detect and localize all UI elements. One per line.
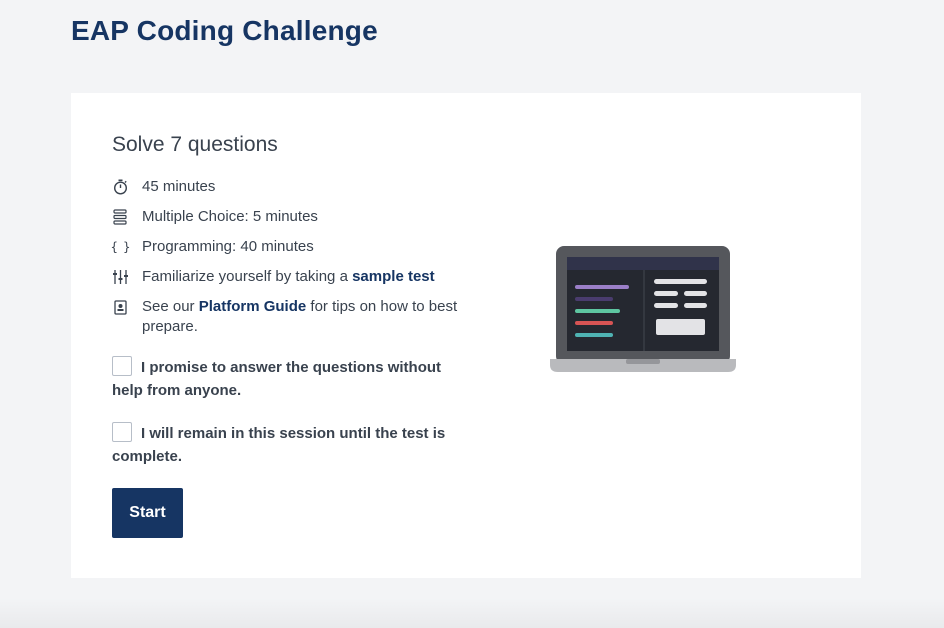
promise-checkbox[interactable]	[112, 356, 132, 376]
sample-test-link[interactable]: sample test	[352, 268, 435, 285]
info-item-mcq: Multiple Choice: 5 minutes	[112, 207, 472, 227]
remain-checkbox[interactable]	[112, 422, 132, 442]
info-item-sample: Familiarize yourself by taking a sample …	[112, 267, 472, 287]
guide-prefix: See our	[142, 298, 199, 315]
challenge-card: Solve 7 questions 45 minutes Multiple Ch…	[71, 93, 861, 578]
braces-icon: { }	[110, 240, 131, 254]
card-heading: Solve 7 questions	[112, 133, 278, 156]
promise-checkbox-row[interactable]: I promise to answer the questions withou…	[112, 356, 472, 402]
info-item-programming: { } Programming: 40 minutes	[110, 237, 472, 257]
page-footer-shadow	[0, 598, 944, 628]
info-list: 45 minutes Multiple Choice: 5 minutes { …	[110, 177, 472, 347]
info-guide-text: See our Platform Guide for tips on how t…	[142, 297, 472, 337]
info-programming-text: Programming: 40 minutes	[142, 238, 314, 255]
info-item-guide: See our Platform Guide for tips on how t…	[112, 297, 472, 337]
info-item-time: 45 minutes	[112, 177, 472, 197]
remain-checkbox-row[interactable]: I will remain in this session until the …	[112, 422, 472, 468]
sample-prefix: Familiarize yourself by taking a	[142, 268, 353, 285]
info-mcq-text: Multiple Choice: 5 minutes	[142, 208, 318, 225]
stopwatch-icon	[112, 177, 128, 197]
start-button[interactable]: Start	[112, 488, 183, 538]
promise-label: I promise to answer the questions withou…	[112, 359, 442, 399]
page-title: EAP Coding Challenge	[71, 15, 378, 46]
remain-label: I will remain in this session until the …	[112, 425, 446, 465]
laptop-illustration	[550, 245, 736, 382]
book-icon	[112, 297, 128, 317]
info-time-text: 45 minutes	[142, 178, 216, 195]
info-sample-text: Familiarize yourself by taking a sample …	[142, 267, 435, 287]
sliders-icon	[112, 267, 128, 287]
platform-guide-link[interactable]: Platform Guide	[199, 298, 307, 315]
list-icon	[112, 207, 128, 227]
